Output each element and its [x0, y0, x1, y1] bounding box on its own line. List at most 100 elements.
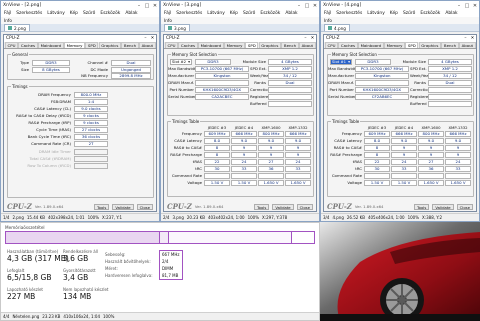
- correction-value: [428, 87, 472, 93]
- cell: 1.50 V: [204, 180, 230, 186]
- menu-item[interactable]: Látvány: [47, 11, 65, 16]
- correction-label: Correction: [410, 87, 431, 92]
- menu-item[interactable]: Kép: [230, 11, 238, 16]
- tab-spd[interactable]: SPD: [85, 42, 99, 48]
- cell: [204, 173, 230, 179]
- close-icon[interactable]: ✕: [469, 36, 476, 41]
- menu-item[interactable]: Fájl: [4, 11, 11, 16]
- type-label: Type: [20, 60, 29, 65]
- minimize-icon[interactable]: –: [135, 3, 143, 9]
- cell: 8: [364, 145, 390, 151]
- close-icon[interactable]: ✕: [151, 3, 159, 9]
- minimize-icon[interactable]: –: [462, 36, 469, 41]
- close-icon[interactable]: ✕: [149, 36, 156, 41]
- close-button[interactable]: Close: [136, 203, 153, 210]
- minimize-icon[interactable]: –: [455, 3, 463, 9]
- info-button[interactable]: Info: [324, 18, 332, 23]
- menu-item[interactable]: Szűrő: [243, 11, 255, 16]
- cell: 33: [445, 166, 471, 172]
- tab-mainboard[interactable]: Mainboard: [38, 42, 64, 48]
- tab-bench[interactable]: Bench: [121, 42, 139, 48]
- cpuz-title: CPU-Z: [6, 36, 20, 41]
- menu-item[interactable]: Szűrő: [403, 11, 415, 16]
- tab-bench[interactable]: Bench: [441, 42, 459, 48]
- group-label: Timings Table: [331, 119, 361, 124]
- tab-spd[interactable]: SPD: [245, 42, 259, 48]
- tab-cpu[interactable]: CPU: [5, 42, 18, 48]
- tab-graphics[interactable]: Graphics: [418, 42, 441, 48]
- close-icon[interactable]: ✕: [309, 36, 316, 41]
- maximize-icon[interactable]: □: [463, 3, 471, 9]
- tab-memory[interactable]: Memory: [64, 42, 85, 48]
- menu-item[interactable]: Ablak: [125, 11, 137, 16]
- doc-tab-label: 2.png: [14, 25, 26, 31]
- menu-item[interactable]: Szerkesztés: [176, 11, 202, 16]
- buffered-value: [428, 101, 472, 107]
- doc-tab[interactable]: 2.png: [4, 24, 30, 31]
- menu-item[interactable]: Ablak: [285, 11, 297, 16]
- close-button[interactable]: Close: [296, 203, 313, 210]
- close-icon[interactable]: ✕: [311, 3, 319, 9]
- cell: [231, 173, 257, 179]
- tab-mainboard[interactable]: Mainboard: [358, 42, 384, 48]
- doc-tab[interactable]: 3.png: [164, 24, 190, 31]
- menu-item[interactable]: Látvány: [207, 11, 225, 16]
- tab-graphics[interactable]: Graphics: [98, 42, 121, 48]
- maximize-icon[interactable]: □: [143, 3, 151, 9]
- cpuz-title-bar: CPU-Z – ✕: [164, 35, 316, 42]
- validate-button[interactable]: Validate: [432, 203, 454, 210]
- tab-mainboard[interactable]: Mainboard: [198, 42, 224, 48]
- tab-about[interactable]: About: [459, 42, 476, 48]
- menu-item[interactable]: Szűrő: [83, 11, 95, 16]
- tab-about[interactable]: About: [139, 42, 156, 48]
- tab-cpu[interactable]: CPU: [325, 42, 338, 48]
- menu-item[interactable]: Ablak: [445, 11, 457, 16]
- tools-button[interactable]: Tools: [413, 203, 430, 210]
- menu-item[interactable]: Eszközök: [100, 11, 120, 16]
- tab-memory[interactable]: Memory: [224, 42, 245, 48]
- stat-value: 227 MB: [7, 292, 36, 301]
- menu-item[interactable]: Kép: [390, 11, 398, 16]
- image-icon: [328, 26, 332, 30]
- tab-caches[interactable]: Caches: [178, 42, 198, 48]
- disabled-label: Row To Column (tRCD): [27, 163, 71, 168]
- close-icon[interactable]: ✕: [471, 3, 479, 9]
- tools-button[interactable]: Tools: [93, 203, 110, 210]
- menu-item[interactable]: Szerkesztés: [336, 11, 362, 16]
- cell: 9.0: [258, 138, 284, 144]
- validate-button[interactable]: Validate: [272, 203, 294, 210]
- close-button[interactable]: Close: [456, 203, 473, 210]
- cell: 1.650 V: [285, 180, 311, 186]
- info-button[interactable]: Info: [4, 18, 12, 23]
- menu-item[interactable]: Eszközök: [420, 11, 440, 16]
- tab-cpu[interactable]: CPU: [165, 42, 178, 48]
- validate-button[interactable]: Validate: [112, 203, 134, 210]
- menu-item[interactable]: Kép: [70, 11, 78, 16]
- cell: 33: [285, 166, 311, 172]
- status-bar: 1/4 2.png 15.44 KB 402x398x24, 1:01 100%…: [1, 213, 159, 221]
- tab-graphics[interactable]: Graphics: [258, 42, 281, 48]
- info-button[interactable]: Info: [164, 18, 172, 23]
- menu-item[interactable]: Látvány: [367, 11, 385, 16]
- menu-item[interactable]: Fájl: [164, 11, 171, 16]
- tab-bench[interactable]: Bench: [281, 42, 299, 48]
- tab-memory[interactable]: Memory: [384, 42, 405, 48]
- tab-spd[interactable]: SPD: [405, 42, 419, 48]
- slot-select[interactable]: Slot #2 ▾: [170, 59, 192, 65]
- minimize-icon[interactable]: –: [302, 36, 309, 41]
- version-label: Ver. 1.89.0.x64: [34, 204, 64, 209]
- minimize-icon[interactable]: –: [142, 36, 149, 41]
- slot-select[interactable]: Slot #1 ▾: [330, 59, 352, 65]
- menu-item[interactable]: Szerkesztés: [16, 11, 42, 16]
- cpuz-footer: CPU-Z Ver. 1.89.0.x64 Tools Validate Clo…: [324, 202, 476, 211]
- doc-tab[interactable]: 4.png: [324, 24, 350, 31]
- tab-caches[interactable]: Caches: [18, 42, 38, 48]
- minimize-icon[interactable]: –: [295, 3, 303, 9]
- maximize-icon[interactable]: □: [303, 3, 311, 9]
- stat-value: 3,6 GB: [63, 254, 89, 263]
- menu-item[interactable]: Fájl: [324, 11, 331, 16]
- tab-caches[interactable]: Caches: [338, 42, 358, 48]
- tools-button[interactable]: Tools: [253, 203, 270, 210]
- menu-item[interactable]: Eszközök: [260, 11, 280, 16]
- tab-about[interactable]: About: [299, 42, 316, 48]
